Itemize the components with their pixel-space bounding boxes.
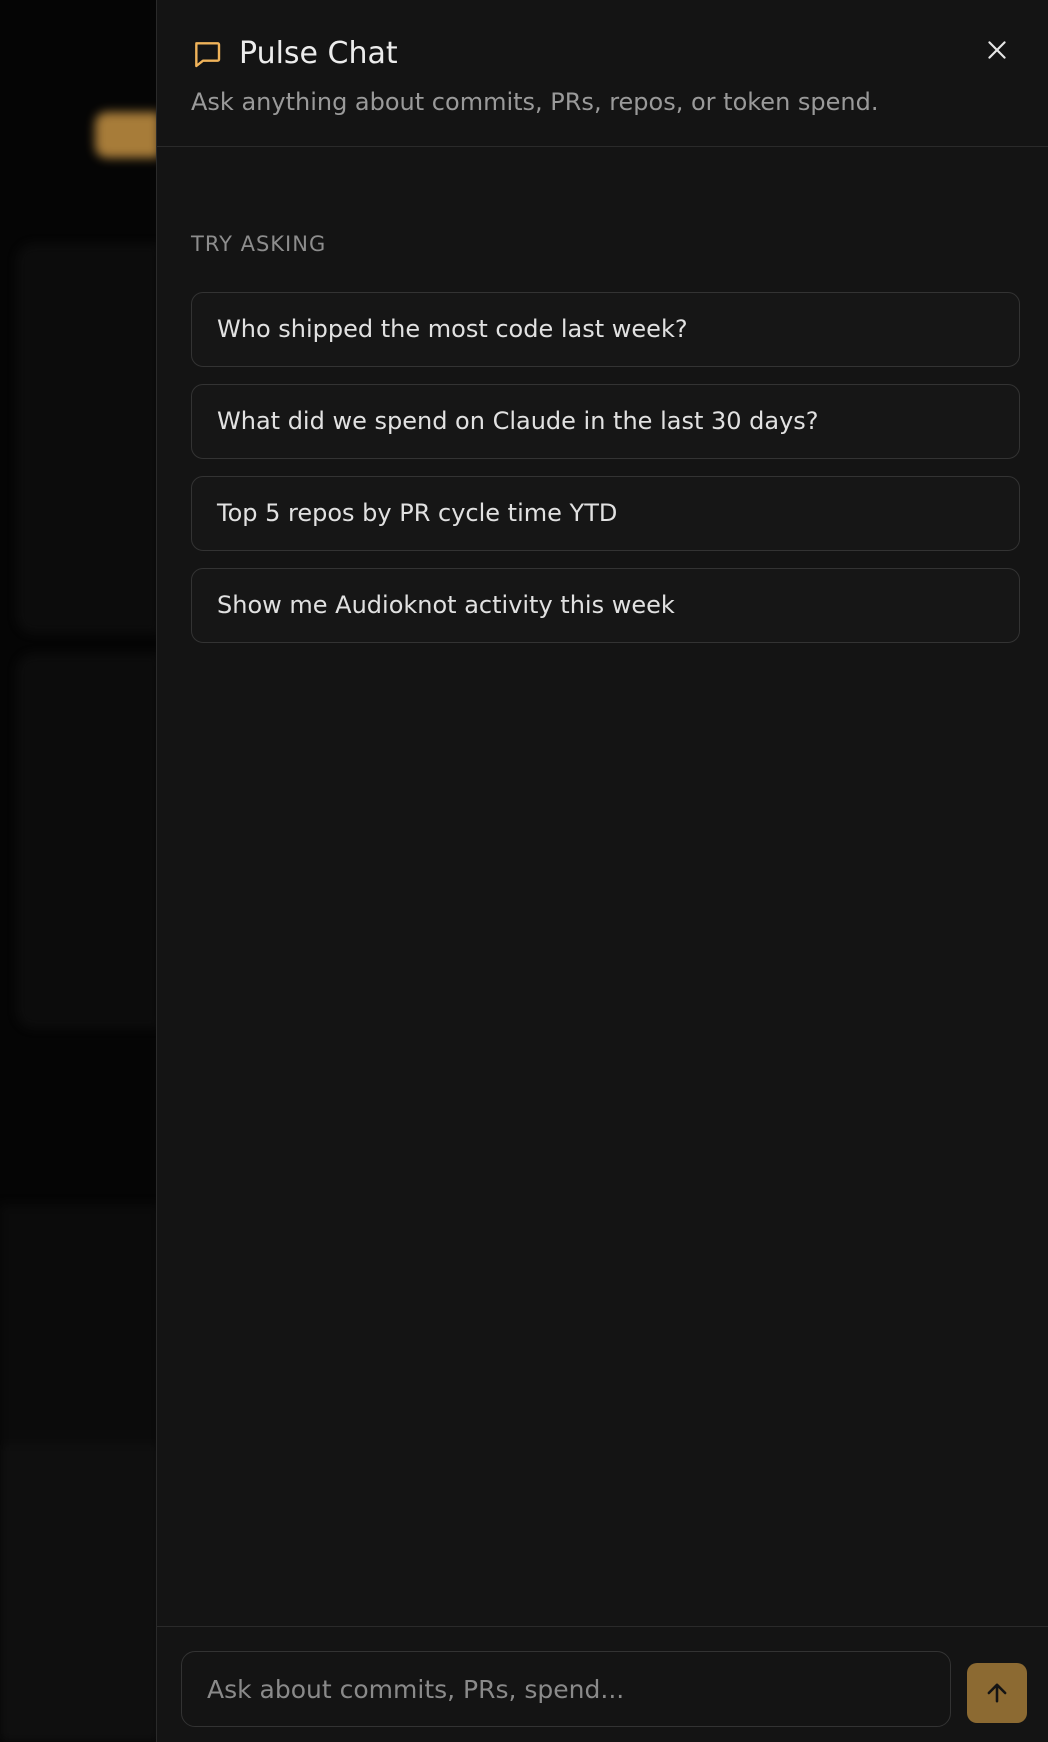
panel-title: Pulse Chat [239,36,398,71]
arrow-up-icon [987,1683,1007,1703]
blurred-band [0,1205,160,1445]
blurred-card [18,245,160,632]
suggestion-chip[interactable]: Top 5 repos by PR cycle time YTD [191,476,1020,551]
send-button[interactable] [967,1663,1027,1723]
panel-header: Pulse Chat Ask anything about commits, P… [157,0,1048,147]
suggestion-chip[interactable]: What did we spend on Claude in the last … [191,384,1020,459]
suggestion-chip[interactable]: Who shipped the most code last week? [191,292,1020,367]
blurred-dashboard-background [0,0,160,1742]
blurred-pill [95,112,160,158]
blurred-card [18,655,160,1027]
app: Pulse Chat Ask anything about commits, P… [0,0,1048,1742]
suggestion-chip[interactable]: Show me Audioknot activity this week [191,568,1020,643]
suggestion-list: Who shipped the most code last week? Wha… [191,292,1020,660]
chat-input-bar [157,1626,1048,1742]
close-button[interactable] [977,30,1017,70]
close-icon [988,41,1006,59]
chat-bubble-icon [195,42,221,68]
panel-subtitle: Ask anything about commits, PRs, repos, … [191,88,879,116]
try-asking-label: TRY ASKING [191,232,327,256]
blurred-bottom [0,1445,160,1742]
pulse-chat-panel: Pulse Chat Ask anything about commits, P… [156,0,1048,1742]
chat-input[interactable] [181,1651,951,1727]
